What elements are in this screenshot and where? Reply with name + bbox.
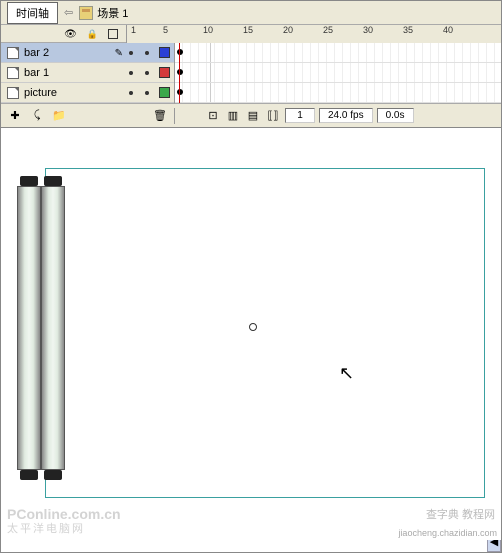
layer-type-icon xyxy=(7,87,19,99)
watermark-chazidian-url: jiaocheng.chazidian.com xyxy=(398,528,497,538)
lock-dot[interactable] xyxy=(145,91,149,95)
ruler-tick: 40 xyxy=(443,25,453,35)
layer-name-label[interactable]: bar 1 xyxy=(24,67,123,79)
visibility-column-icon[interactable] xyxy=(64,28,77,40)
visibility-dot[interactable] xyxy=(129,71,133,75)
layer-row[interactable]: bar 1 xyxy=(1,63,174,83)
stage-bounds xyxy=(45,168,485,498)
ruler-tick: 5 xyxy=(163,25,168,35)
ruler-tick: 30 xyxy=(363,25,373,35)
delete-layer-icon[interactable]: 🗑 xyxy=(152,108,168,124)
layers-panel: bar 2 bar 1 picture xyxy=(1,43,501,104)
layer-name-label[interactable]: bar 2 xyxy=(24,47,115,59)
ruler-tick: 35 xyxy=(403,25,413,35)
ruler-tick: 15 xyxy=(243,25,253,35)
breadcrumb-arrow-icon: ⇦ xyxy=(64,6,73,19)
ruler-tick: 20 xyxy=(283,25,293,35)
scene-icon xyxy=(79,6,93,20)
frame-row[interactable] xyxy=(175,83,501,103)
ruler-tick: 25 xyxy=(323,25,333,35)
layer-row[interactable]: picture xyxy=(1,83,174,103)
ruler-tick: 1 xyxy=(131,25,136,35)
center-frame-icon[interactable]: ⊡ xyxy=(205,108,221,124)
add-folder-icon[interactable]: 📁 xyxy=(51,108,67,124)
timeline-frames[interactable] xyxy=(174,43,501,104)
ruler-tick: 10 xyxy=(203,25,213,35)
pencil-icon xyxy=(115,47,123,59)
visibility-dot[interactable] xyxy=(129,91,133,95)
outline-color-swatch[interactable] xyxy=(159,87,170,98)
playhead[interactable] xyxy=(179,43,180,103)
watermark-pconline-cn: 太平洋电脑网 xyxy=(7,520,85,536)
frame-row[interactable] xyxy=(175,63,501,83)
outline-color-swatch[interactable] xyxy=(159,67,170,78)
mouse-cursor-icon: ↖ xyxy=(339,363,354,384)
timeline-header-row: 1510152025303540 xyxy=(1,25,501,43)
frame-tools: ⊡ ▥ ▤ ⟦⟧ 1 24.0 fps 0.0s xyxy=(174,108,501,124)
edit-multiple-frames-icon[interactable]: ⟦⟧ xyxy=(265,108,281,124)
stage-canvas[interactable]: ↖ PConline.com.cn 太平洋电脑网 查字典 教程网 jiaoche… xyxy=(1,128,501,540)
onion-skin-outlines-icon[interactable]: ▤ xyxy=(245,108,261,124)
top-bar: 时间轴 ⇦ 场景 1 xyxy=(1,1,501,25)
keyframe-dot[interactable] xyxy=(177,49,183,55)
lock-dot[interactable] xyxy=(145,51,149,55)
onion-skin-icon[interactable]: ▥ xyxy=(225,108,241,124)
layer-row[interactable]: bar 2 xyxy=(1,43,174,63)
scroll-roller-left xyxy=(17,176,41,480)
layer-tools: ✚ ⤹ 📁 🗑 xyxy=(1,108,174,124)
scene-label[interactable]: 场景 1 xyxy=(97,5,128,21)
keyframe-dot[interactable] xyxy=(177,89,183,95)
layer-name-label[interactable]: picture xyxy=(24,87,123,99)
scroll-roller-right xyxy=(41,176,65,480)
lock-column-icon[interactable] xyxy=(87,28,98,40)
scroll-graphic[interactable] xyxy=(17,176,65,480)
frame-ruler[interactable]: 1510152025303540 xyxy=(126,25,501,43)
outline-color-swatch[interactable] xyxy=(159,47,170,58)
keyframe-dot[interactable] xyxy=(177,69,183,75)
layer-list: bar 2 bar 1 picture xyxy=(1,43,174,104)
timeline-toolbar: ✚ ⤹ 📁 🗑 ⊡ ▥ ▤ ⟦⟧ 1 24.0 fps 0.0s ◀ xyxy=(1,104,501,128)
current-frame-display: 1 xyxy=(285,108,315,123)
add-motion-guide-icon[interactable]: ⤹ xyxy=(29,108,45,124)
elapsed-time-display: 0.0s xyxy=(377,108,414,123)
timeline-tab-button[interactable]: 时间轴 xyxy=(7,2,58,24)
registration-point-icon xyxy=(249,323,257,331)
frame-row[interactable] xyxy=(175,43,501,63)
add-layer-icon[interactable]: ✚ xyxy=(7,108,23,124)
outline-column-icon[interactable] xyxy=(108,29,118,39)
layer-column-headers xyxy=(1,28,126,40)
layer-type-icon xyxy=(7,47,19,59)
lock-dot[interactable] xyxy=(145,71,149,75)
visibility-dot[interactable] xyxy=(129,51,133,55)
layer-type-icon xyxy=(7,67,19,79)
flash-authoring-window: 时间轴 ⇦ 场景 1 1510152025303540 bar 2bar 1pi… xyxy=(0,0,502,553)
fps-display: 24.0 fps xyxy=(319,108,373,123)
watermark-chazidian: 查字典 教程网 xyxy=(426,506,495,522)
